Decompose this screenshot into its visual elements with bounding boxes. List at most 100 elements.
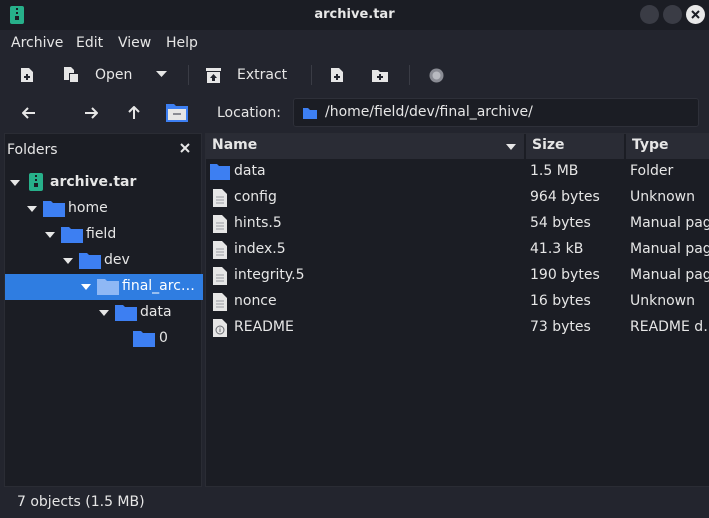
open-document-icon — [64, 67, 78, 82]
file-type: Unknown — [630, 189, 695, 205]
tree-item-0[interactable]: 0 — [5, 326, 203, 352]
menu-edit[interactable]: Edit — [76, 35, 103, 51]
file-row[interactable]: hints.5 54 bytes Manual page — [206, 211, 709, 237]
file-row[interactable]: nonce 16 bytes Unknown — [206, 289, 709, 315]
file-type: README d… — [630, 319, 709, 335]
add-file-icon — [331, 68, 343, 82]
tree-item-dev[interactable]: dev — [5, 248, 203, 274]
tree-item-data[interactable]: data — [5, 300, 203, 326]
file-name: hints.5 — [234, 215, 282, 231]
title-bar: archive.tar — [0, 0, 709, 30]
location-path: /home/field/dev/final_archive/ — [325, 104, 533, 120]
file-type: Manual page — [630, 215, 709, 231]
file-list: Name Size Type data 1.5 MB Folder config… — [205, 133, 709, 487]
file-size: 16 bytes — [530, 293, 591, 309]
toolbar-separator — [188, 65, 189, 85]
file-row[interactable]: integrity.5 190 bytes Manual page — [206, 263, 709, 289]
home-folder-icon[interactable] — [166, 102, 188, 122]
open-label: Open — [95, 66, 133, 83]
column-header-size[interactable]: Size — [526, 134, 625, 159]
open-button[interactable]: Open — [63, 66, 132, 83]
column-name-label: Name — [212, 137, 258, 153]
tree-item-label: field — [86, 226, 117, 242]
open-dropdown-button[interactable] — [156, 71, 167, 78]
document-icon — [213, 215, 227, 233]
tree-item-field[interactable]: field — [5, 222, 203, 248]
file-size: 1.5 MB — [530, 163, 579, 179]
document-icon — [213, 267, 227, 285]
folders-header: Folders — [5, 134, 203, 166]
column-header-type[interactable]: Type — [626, 134, 709, 159]
toolbar-separator — [311, 65, 312, 85]
folder-icon — [43, 201, 65, 217]
document-icon — [213, 241, 227, 259]
file-name: index.5 — [234, 241, 286, 257]
file-size: 73 bytes — [530, 319, 591, 335]
column-type-label: Type — [632, 137, 669, 153]
column-header-name[interactable]: Name — [206, 134, 525, 159]
folder-icon — [210, 164, 230, 180]
file-name: config — [234, 189, 277, 205]
file-row[interactable]: data 1.5 MB Folder — [206, 159, 709, 185]
new-archive-button[interactable] — [20, 67, 34, 83]
location-label: Location: — [217, 105, 281, 121]
close-button[interactable] — [686, 5, 705, 24]
file-size: 964 bytes — [530, 189, 600, 205]
expander-arrow-icon[interactable] — [99, 310, 109, 316]
add-folder-button[interactable] — [372, 68, 388, 82]
expander-arrow-icon[interactable] — [45, 232, 55, 238]
archive-icon — [29, 173, 43, 191]
file-name: data — [234, 163, 266, 179]
folder-icon — [115, 305, 137, 321]
file-row[interactable]: config 964 bytes Unknown — [206, 185, 709, 211]
expander-arrow-icon[interactable] — [27, 206, 37, 212]
column-size-label: Size — [532, 137, 565, 153]
folder-icon — [79, 253, 101, 269]
tree-item-archive[interactable]: archive.tar — [5, 170, 203, 196]
file-name: nonce — [234, 293, 277, 309]
extract-label: Extract — [237, 67, 288, 83]
tree-item-label: dev — [104, 252, 130, 268]
back-arrow-icon[interactable] — [22, 107, 36, 119]
expander-arrow-icon[interactable] — [81, 284, 91, 290]
document-icon — [213, 189, 227, 207]
folder-icon — [133, 331, 155, 347]
expander-arrow-icon[interactable] — [10, 180, 20, 186]
status-text: 7 objects (1.5 MB) — [17, 494, 145, 510]
info-document-icon — [213, 319, 227, 337]
location-bar: Location: /home/field/dev/final_archive/ — [0, 94, 709, 132]
document-icon — [213, 293, 227, 311]
folder-icon — [61, 227, 83, 243]
file-type: Manual page — [630, 241, 709, 257]
maximize-button[interactable] — [663, 5, 682, 24]
minimize-button[interactable] — [640, 5, 659, 24]
file-size: 41.3 kB — [530, 241, 584, 257]
file-type: Unknown — [630, 293, 695, 309]
folders-sidebar: Folders archive.tar home field dev final… — [4, 133, 203, 487]
menu-help[interactable]: Help — [166, 35, 198, 51]
chevron-down-icon — [156, 71, 167, 77]
file-row[interactable]: index.5 41.3 kB Manual page — [206, 237, 709, 263]
add-folder-icon — [372, 70, 388, 82]
tree-item-home[interactable]: home — [5, 196, 203, 222]
tree-item-label: 0 — [159, 330, 168, 346]
sort-descending-icon — [506, 144, 516, 150]
menu-archive[interactable]: Archive — [11, 35, 63, 51]
menu-view[interactable]: View — [118, 35, 151, 51]
expander-arrow-icon[interactable] — [63, 258, 73, 264]
extract-button[interactable]: Extract — [206, 67, 287, 83]
up-arrow-icon[interactable] — [128, 106, 140, 120]
add-files-button[interactable] — [330, 67, 344, 83]
file-type: Folder — [630, 163, 674, 179]
stop-button[interactable] — [429, 68, 444, 83]
folder-icon — [303, 108, 317, 119]
file-size: 54 bytes — [530, 215, 591, 231]
menu-bar: Archive Edit View Help — [0, 30, 709, 56]
tree-item-final-archive[interactable]: final_arc… — [5, 274, 203, 300]
file-name: integrity.5 — [234, 267, 305, 283]
file-row[interactable]: README 73 bytes README d… — [206, 315, 709, 341]
close-icon[interactable] — [180, 143, 190, 153]
forward-arrow-icon[interactable] — [84, 107, 98, 119]
location-input[interactable]: /home/field/dev/final_archive/ — [293, 98, 699, 127]
toolbar-separator — [409, 65, 410, 85]
